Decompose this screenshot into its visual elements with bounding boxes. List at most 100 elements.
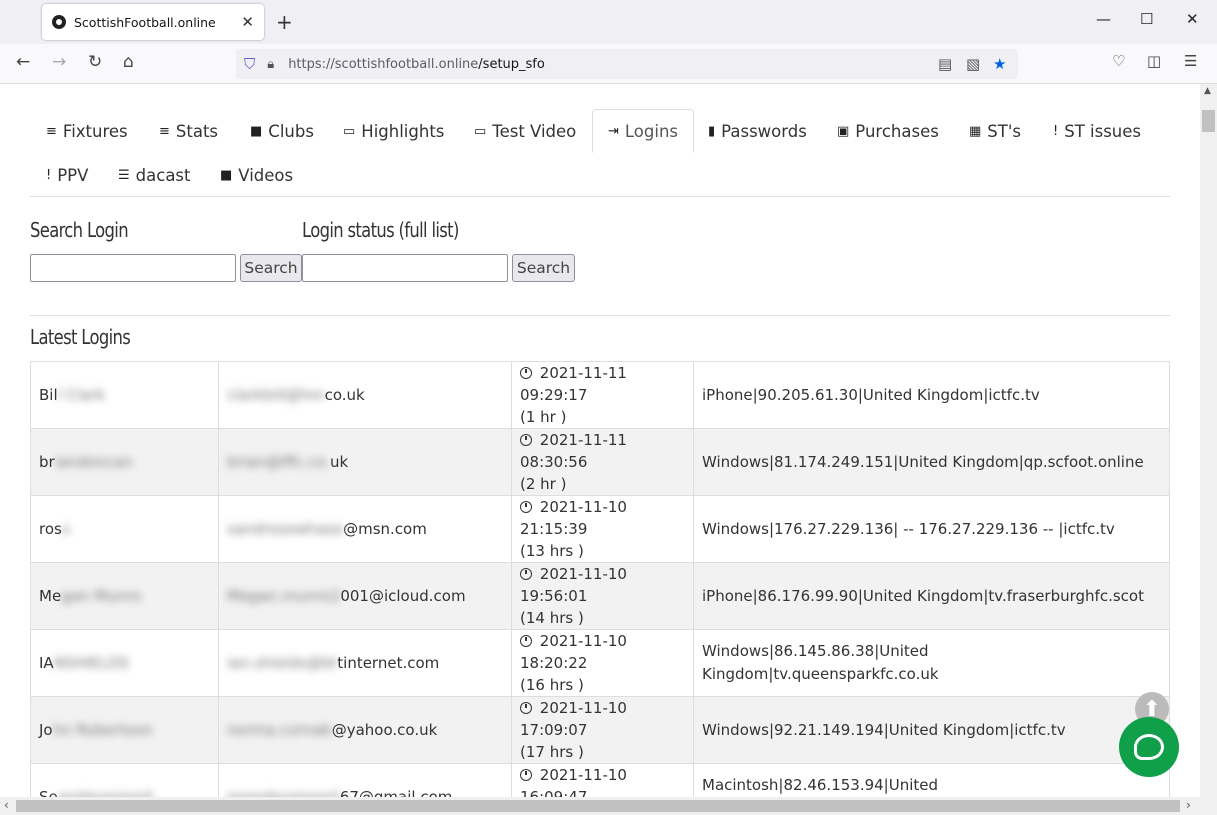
device-info: Windows|86.145.86.38|United Kingdom|tv.q… — [702, 642, 939, 683]
time-ago: (2 hr ) — [520, 475, 567, 493]
tab-label: Stats — [175, 121, 219, 141]
scroll-left-icon[interactable]: ‹ — [4, 798, 9, 812]
clock-icon — [520, 501, 532, 513]
scroll-thumb[interactable] — [1202, 110, 1215, 132]
football-favicon-icon — [52, 15, 66, 29]
table-row: Seandavenport seandavenport67@gmail.com 2… — [30, 763, 1170, 797]
maximize-icon[interactable]: ☐ — [1140, 10, 1153, 28]
sign-in-icon: ⇥ — [608, 123, 619, 139]
email-cell: norma.cornab@yahoo.co.uk — [218, 696, 512, 764]
menu-icon[interactable]: ☰ — [1184, 52, 1197, 70]
search-login-button[interactable]: Search — [240, 254, 302, 282]
tab-label: Highlights — [361, 121, 445, 141]
tab-ppv[interactable]: ! PPV — [46, 153, 88, 197]
name-visible: ros — [39, 520, 62, 538]
bookmark-star-icon[interactable]: ★ — [993, 55, 1006, 73]
tab-close-icon[interactable]: ✕ — [241, 13, 254, 31]
table-row: Megan Munro Megan.munro2001@icloud.com 20… — [30, 562, 1170, 630]
tab-st-issues[interactable]: ! ST issues — [1053, 109, 1141, 153]
vertical-scrollbar[interactable]: ▲ — [1200, 84, 1217, 797]
device-info: iPhone|90.205.61.30|United Kingdom|ictfc… — [702, 385, 1040, 404]
clock-icon — [520, 568, 532, 580]
tab-test-video[interactable]: ▭ Test Video — [474, 109, 576, 153]
monitor-icon: ▭ — [474, 123, 487, 139]
url-text[interactable]: https://scottishfootball.online/setup_sf… — [288, 57, 545, 72]
time-cell: 2021-11-10 16:09:47(18 hrs ) — [511, 763, 694, 797]
url-bar[interactable]: ⛉ 🔒︎ https://scottishfootball.online/set… — [236, 49, 1018, 79]
scroll-right-icon[interactable]: › — [1186, 798, 1191, 812]
chat-widget-button[interactable] — [1119, 717, 1179, 777]
tab-dacast[interactable]: ☰ dacast — [118, 153, 191, 197]
scroll-up-icon[interactable]: ▲ — [1204, 86, 1211, 96]
exclamation-icon: ! — [46, 167, 52, 183]
divider — [30, 315, 1170, 316]
browser-tab[interactable]: ScottishFootball.online ✕ — [42, 4, 264, 40]
sidebar-icon[interactable]: ◫ — [1147, 52, 1161, 70]
tab-label: Passwords — [721, 121, 807, 141]
exclamation-icon: ! — [1053, 123, 1059, 139]
reload-icon[interactable]: ↻ — [88, 52, 102, 72]
stop-icon: ■ — [250, 123, 263, 139]
latest-logins-table: Bill Clark clarkbill@hmco.uk 2021-11-11 0… — [30, 361, 1170, 797]
name-redacted: l Clark — [57, 386, 106, 404]
email-cell: seandavenport67@gmail.com — [218, 763, 512, 797]
search-login-input[interactable] — [30, 254, 236, 282]
email-redacted: norma.cornab — [227, 721, 332, 739]
time-ago: (1 hr ) — [520, 408, 567, 426]
login-time: 2021-11-10 19:56:01 — [520, 565, 627, 605]
window-close-icon[interactable]: ✕ — [1186, 10, 1199, 28]
tab-stats[interactable]: ≡ Stats — [159, 109, 218, 153]
device-info-cell: Windows|176.27.229.136| -- 176.27.229.13… — [693, 495, 1170, 563]
minimize-icon[interactable]: — — [1096, 10, 1111, 28]
login-time: 2021-11-10 21:15:39 — [520, 498, 627, 538]
new-tab-button[interactable]: + — [276, 10, 293, 34]
name-visible: IA — [39, 654, 54, 672]
tab-logins[interactable]: ⇥ Logins — [592, 109, 695, 153]
tab-videos[interactable]: ■ Videos — [220, 153, 293, 197]
name-redacted: gan Munro — [61, 587, 142, 605]
email-redacted: brian@lffc.co. — [227, 453, 331, 471]
device-info-cell: Macintosh|82.46.153.94|United Kingdom|tv… — [693, 763, 1170, 797]
shield-icon[interactable]: ⛉ — [244, 55, 255, 73]
page-content: ≡ Fixtures ≡ Stats ■ Clubs ▭ Highlights ▭ Tes… — [0, 84, 1200, 797]
device-info-cell: Windows|92.21.149.194|United Kingdom|ict… — [693, 696, 1170, 764]
tab-highlights[interactable]: ▭ Highlights — [343, 109, 444, 153]
money-icon: ▣ — [837, 123, 850, 139]
login-status-input[interactable] — [302, 254, 508, 282]
back-icon[interactable]: ← — [16, 52, 30, 72]
tab-sts[interactable]: ▦ ST's — [969, 109, 1021, 153]
bookmark-icon: ▮ — [708, 123, 716, 139]
pocket-icon[interactable]: ♡ — [1112, 52, 1125, 70]
clock-icon — [520, 434, 532, 446]
picture-in-picture-icon[interactable]: ▧ — [966, 55, 980, 73]
scroll-thumb-horizontal[interactable] — [16, 800, 1180, 812]
tab-fixtures[interactable]: ≡ Fixtures — [46, 109, 128, 153]
tab-passwords[interactable]: ▮ Passwords — [708, 109, 807, 153]
film-icon: ▦ — [969, 123, 982, 139]
tab-label: Purchases — [855, 121, 939, 141]
tab-label: Logins — [624, 121, 679, 141]
name-visible: Jo — [39, 721, 53, 739]
name-cell: ross — [30, 495, 219, 563]
email-visible: uk — [330, 453, 349, 471]
horizontal-scrollbar[interactable]: ‹ › — [0, 797, 1217, 815]
email-visible: 67@gmail.com — [339, 788, 453, 797]
tab-clubs[interactable]: ■ Clubs — [250, 109, 314, 153]
reader-view-icon[interactable]: ▤ — [938, 55, 952, 73]
tab-purchases[interactable]: ▣ Purchases — [837, 109, 939, 153]
login-status-search-button[interactable]: Search — [512, 254, 575, 282]
home-icon[interactable]: ⌂ — [123, 52, 134, 72]
name-redacted: NSHIELDS — [53, 654, 130, 672]
device-info: Windows|92.21.149.194|United Kingdom|ict… — [702, 720, 1066, 739]
tab-label: ST issues — [1064, 121, 1141, 141]
login-time: 2021-11-11 08:30:56 — [520, 431, 627, 471]
name-cell: John Robertson — [30, 696, 219, 764]
name-visible: Me — [39, 587, 62, 605]
name-redacted: iandoncan — [54, 453, 133, 471]
login-status-title: Login status (full list) — [302, 218, 459, 242]
lock-icon[interactable]: 🔒︎ — [267, 57, 274, 72]
device-info-cell: Windows|81.174.249.151|United Kingdom|qp… — [693, 428, 1170, 496]
forward-icon[interactable]: → — [52, 52, 66, 72]
email-redacted: ian.shields@bt — [227, 654, 338, 672]
time-cell: 2021-11-10 18:20:22 (16 hrs ) — [511, 629, 694, 697]
